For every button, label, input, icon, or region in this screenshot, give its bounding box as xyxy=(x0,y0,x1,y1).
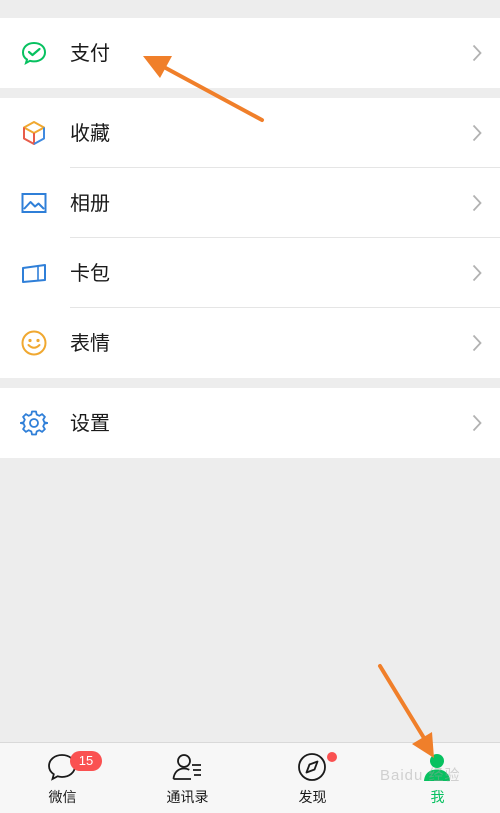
menu-item-album[interactable]: 相册 xyxy=(0,168,500,238)
menu-item-favorites[interactable]: 收藏 xyxy=(0,98,500,168)
tab-label: 我 xyxy=(430,790,445,806)
chevron-right-icon xyxy=(472,194,482,212)
cube-icon xyxy=(23,121,45,145)
compass-icon xyxy=(298,753,326,781)
gear-icon xyxy=(20,410,48,436)
menu-group-settings: 设置 xyxy=(0,388,500,458)
smiley-icon xyxy=(21,330,47,356)
chevron-right-icon xyxy=(472,124,482,142)
tab-chats[interactable]: 15 微信 xyxy=(0,743,125,813)
menu-item-label: 设置 xyxy=(70,411,110,435)
tab-label: 微信 xyxy=(48,790,77,806)
menu-item-label: 支付 xyxy=(70,41,110,65)
menu-item-cards[interactable]: 卡包 xyxy=(0,238,500,308)
card-wallet-icon xyxy=(22,264,46,283)
menu-item-stickers[interactable]: 表情 xyxy=(0,308,500,378)
menu-item-label: 收藏 xyxy=(70,121,110,145)
chevron-right-icon xyxy=(472,414,482,432)
menu-group-payment: 支付 xyxy=(0,18,500,88)
wechat-pay-icon xyxy=(21,41,47,66)
tab-label: 发现 xyxy=(298,790,327,806)
notification-dot xyxy=(327,752,337,762)
tab-contacts[interactable]: 通讯录 xyxy=(125,743,250,813)
chevron-right-icon xyxy=(472,264,482,282)
watermark: Baidu 经验 xyxy=(380,767,461,784)
menu-item-payment[interactable]: 支付 xyxy=(0,18,500,88)
menu-group-media: 收藏 相册 卡包 表情 xyxy=(0,98,500,378)
picture-icon xyxy=(21,193,47,213)
menu-item-label: 表情 xyxy=(70,331,110,355)
tab-label: 通讯录 xyxy=(166,790,209,806)
chevron-right-icon xyxy=(472,334,482,352)
menu-item-label: 相册 xyxy=(70,191,110,215)
tab-discover[interactable]: 发现 xyxy=(250,743,375,813)
menu-item-settings[interactable]: 设置 xyxy=(0,388,500,458)
menu-item-label: 卡包 xyxy=(70,261,110,285)
contacts-icon xyxy=(172,754,201,780)
unread-badge: 15 xyxy=(70,751,102,771)
chevron-right-icon xyxy=(472,44,482,62)
